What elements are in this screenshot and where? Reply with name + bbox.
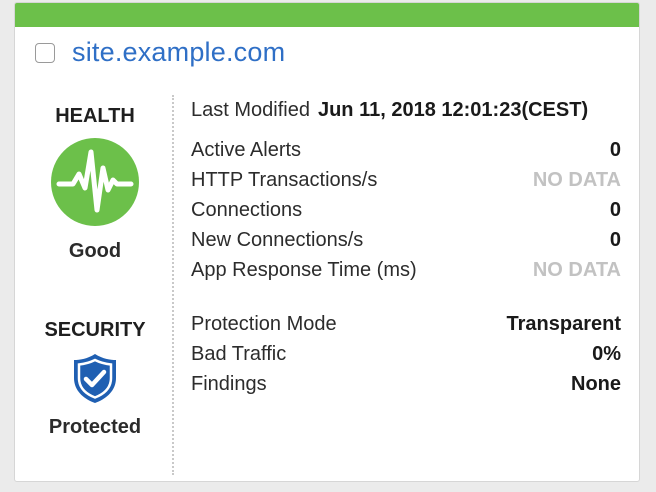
metric-label: App Response Time (ms): [191, 259, 417, 281]
metric-label: Connections: [191, 199, 303, 221]
metric-value: 0: [609, 139, 621, 161]
health-metrics: Last Modified Jun 11, 2018 12:01:23(CEST…: [191, 99, 621, 289]
metric-value: Transparent: [506, 313, 621, 335]
heartbeat-icon: [51, 138, 139, 226]
metric-label: Protection Mode: [191, 313, 337, 335]
health-status: Good: [68, 240, 122, 262]
last-modified-label: Last Modified: [191, 99, 310, 121]
last-modified-value: Jun 11, 2018 12:01:23(CEST): [317, 99, 589, 121]
metric-label: New Connections/s: [191, 229, 364, 251]
metric-label: Bad Traffic: [191, 343, 287, 365]
metric-value: NO DATA: [532, 169, 621, 191]
column-divider: [172, 95, 174, 475]
status-color-bar: [15, 3, 639, 27]
health-title: HEALTH: [55, 105, 135, 127]
security-block: SECURITY Protected: [15, 319, 175, 439]
last-modified-row: Last Modified Jun 11, 2018 12:01:23(CEST…: [191, 99, 621, 139]
security-metrics: Protection Mode Transparent Bad Traffic …: [191, 313, 621, 403]
security-status: Protected: [48, 416, 142, 438]
metric-row-new-connections: New Connections/s 0: [191, 229, 621, 259]
metric-value: NO DATA: [532, 259, 621, 281]
metric-row-connections: Connections 0: [191, 199, 621, 229]
metric-row-active-alerts: Active Alerts 0: [191, 139, 621, 169]
metric-value: 0: [609, 199, 621, 221]
metric-label: HTTP Transactions/s: [191, 169, 378, 191]
health-block: HEALTH Good: [15, 105, 175, 263]
metric-value: 0%: [592, 343, 621, 365]
metric-row-app-response-time: App Response Time (ms) NO DATA: [191, 259, 621, 289]
card-header: site.example.com: [35, 37, 285, 68]
metric-row-http-transactions: HTTP Transactions/s NO DATA: [191, 169, 621, 199]
site-name-link[interactable]: site.example.com: [72, 37, 285, 68]
site-status-card: site.example.com HEALTH Good SECURITY Pr…: [14, 2, 640, 482]
metric-label: Active Alerts: [191, 139, 302, 161]
shield-check-icon: [72, 352, 118, 404]
metric-value: None: [571, 373, 621, 395]
metric-row-findings: Findings None: [191, 373, 621, 403]
select-checkbox[interactable]: [35, 42, 55, 63]
security-title: SECURITY: [44, 319, 146, 341]
metric-value: 0: [609, 229, 621, 251]
metric-row-bad-traffic: Bad Traffic 0%: [191, 343, 621, 373]
metric-row-protection-mode: Protection Mode Transparent: [191, 313, 621, 343]
metric-label: Findings: [191, 373, 267, 395]
